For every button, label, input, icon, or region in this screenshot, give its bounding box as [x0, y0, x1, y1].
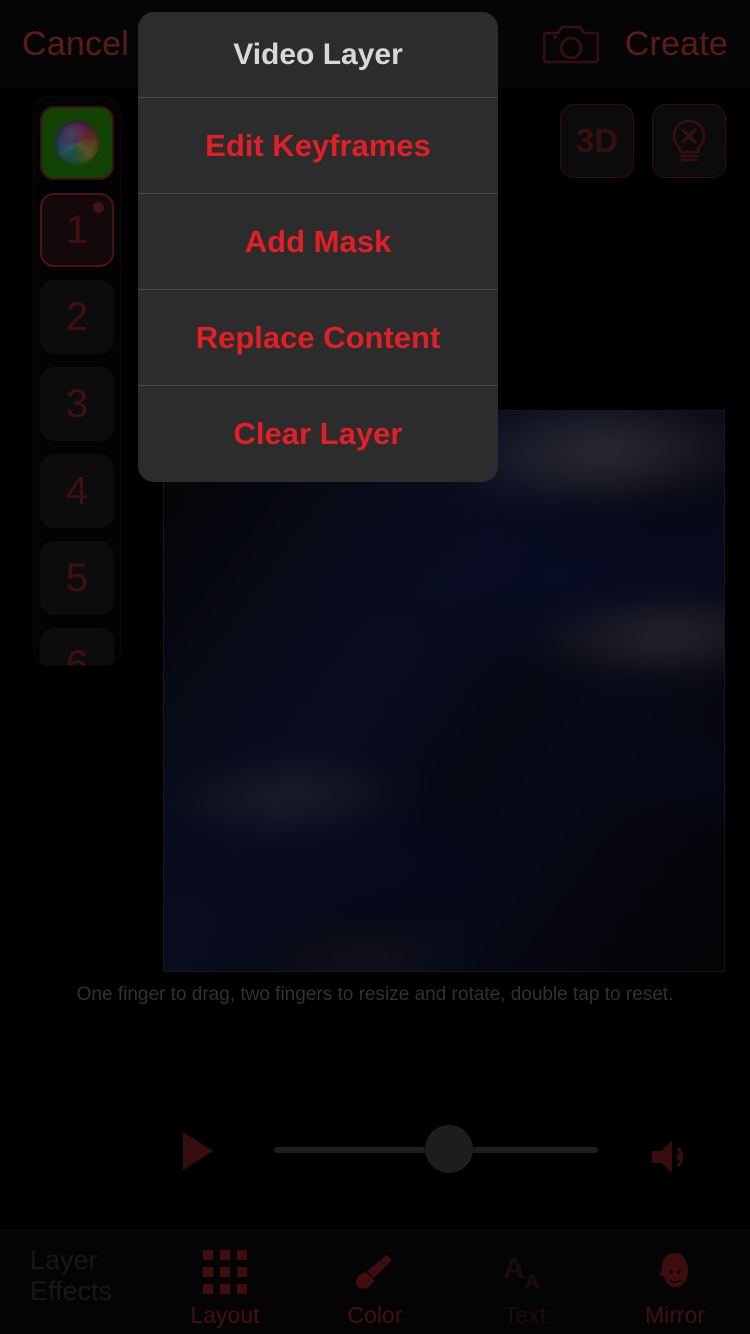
layer-badge-dot	[93, 202, 104, 213]
layer-thumbnail[interactable]	[40, 106, 114, 180]
tab-layout-label: Layout	[190, 1301, 260, 1328]
video-preview[interactable]	[163, 410, 725, 972]
tab-color-label: Color	[347, 1301, 403, 1328]
svg-text:A: A	[503, 1252, 525, 1285]
layer-effects-line2: Effects	[30, 1276, 113, 1306]
svg-text:A: A	[525, 1271, 539, 1293]
tab-mirror[interactable]: Mirror	[600, 1238, 750, 1329]
layer-effects-label: Layer Effects	[30, 1245, 112, 1307]
tab-text-label: Text	[503, 1301, 547, 1328]
camera-icon[interactable]	[542, 23, 600, 65]
lightbulb-off-icon	[669, 118, 709, 164]
menu-item-add-mask[interactable]: Add Mask	[138, 194, 498, 290]
menu-item-edit-keyframes[interactable]: Edit Keyframes	[138, 98, 498, 194]
layer-item-label: 4	[65, 468, 89, 513]
three-d-button[interactable]: 3D	[560, 104, 634, 178]
layer-item-6[interactable]: 6	[40, 628, 114, 666]
layer-item-label: 5	[65, 555, 89, 600]
paintbrush-icon	[353, 1248, 397, 1296]
layer-item-label: 3	[65, 381, 89, 426]
play-icon[interactable]	[183, 1132, 213, 1170]
app-root: Cancel Create 1 2 3 4 5 6 3D One finger …	[0, 0, 750, 1334]
layer-action-menu[interactable]: Video Layer Edit Keyframes Add Mask Repl…	[138, 12, 498, 482]
layer-item-2[interactable]: 2	[40, 280, 114, 354]
menu-item-clear-layer[interactable]: Clear Layer	[138, 386, 498, 482]
layer-item-label: 1	[65, 207, 89, 252]
gesture-hint-text: One finger to drag, two fingers to resiz…	[76, 984, 674, 1005]
face-icon	[653, 1248, 697, 1296]
speaker-icon[interactable]	[648, 1136, 702, 1178]
layer-item-label: 2	[65, 294, 89, 339]
playback-bar	[0, 1118, 750, 1182]
cancel-button[interactable]: Cancel	[22, 25, 129, 64]
slider-thumb[interactable]	[424, 1125, 473, 1173]
layer-effects-line1: Layer	[30, 1245, 98, 1275]
grid-icon	[203, 1248, 247, 1296]
create-button[interactable]: Create	[625, 25, 728, 64]
timeline-slider[interactable]	[274, 1125, 598, 1173]
three-d-label: 3D	[575, 122, 619, 159]
top-bar-right-group: Create	[542, 23, 728, 65]
layer-item-5[interactable]: 5	[40, 541, 114, 615]
video-frame-image	[164, 411, 724, 971]
tab-layout[interactable]: Layout	[150, 1238, 300, 1329]
tab-text[interactable]: A A Text	[450, 1238, 600, 1329]
tab-mirror-label: Mirror	[644, 1301, 706, 1328]
tab-group: Layout Color A A Text Mirror	[150, 1231, 750, 1334]
menu-title: Video Layer	[138, 12, 498, 98]
layer-item-label: 6	[65, 642, 89, 666]
bottom-tab-bar: Layer Effects Layout Color A A Text Mirr…	[0, 1230, 750, 1334]
lights-toggle-button[interactable]	[652, 104, 726, 178]
text-aa-icon: A A	[501, 1248, 549, 1296]
layer-item-4[interactable]: 4	[40, 454, 114, 528]
tool-button-group: 3D	[560, 104, 726, 178]
layer-item-1[interactable]: 1	[40, 193, 114, 267]
tab-color[interactable]: Color	[300, 1238, 450, 1329]
menu-item-replace-content[interactable]: Replace Content	[138, 290, 498, 386]
layer-rail[interactable]: 1 2 3 4 5 6	[33, 96, 121, 666]
layer-item-3[interactable]: 3	[40, 367, 114, 441]
color-wheel-icon	[55, 121, 99, 165]
